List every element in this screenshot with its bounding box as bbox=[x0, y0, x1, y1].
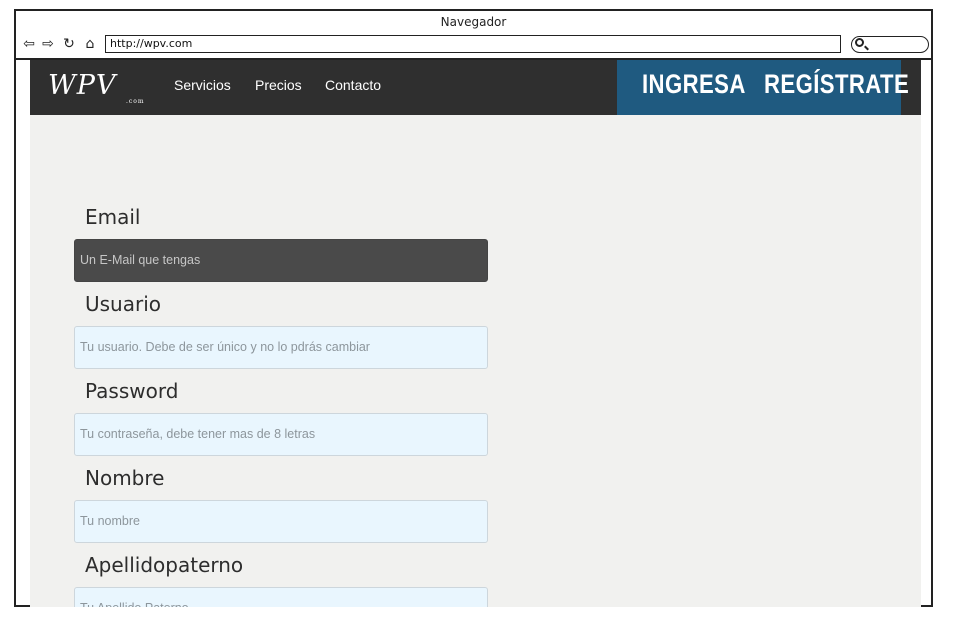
search-icon bbox=[855, 38, 864, 47]
back-icon[interactable]: ⇦ bbox=[21, 35, 37, 53]
username-label: Usuario bbox=[85, 292, 162, 316]
nav-link-contacto[interactable]: Contacto bbox=[325, 77, 381, 93]
reload-icon[interactable]: ↻ bbox=[61, 35, 77, 53]
surname-label: Apellidopaterno bbox=[85, 553, 244, 577]
email-label: Email bbox=[85, 205, 141, 229]
browser-toolbar: ⇦ ⇨ ↻ ⌂ http://wpv.com bbox=[16, 34, 931, 58]
browser-search-input[interactable] bbox=[851, 36, 929, 53]
login-button[interactable]: INGRESA bbox=[642, 69, 746, 100]
window-title: Navegador bbox=[440, 15, 507, 29]
email-field[interactable]: Un E-Mail que tengas bbox=[74, 239, 488, 282]
password-field[interactable]: Tu contraseña, debe tener mas de 8 letra… bbox=[74, 413, 488, 456]
auth-actions: INGRESA REGÍSTRATE bbox=[617, 60, 909, 115]
address-bar[interactable]: http://wpv.com bbox=[105, 35, 841, 53]
username-field[interactable]: Tu usuario. Debe de ser único y no lo pd… bbox=[74, 326, 488, 369]
surname-field[interactable]: Tu Apellido Paterno bbox=[74, 587, 488, 607]
forward-icon[interactable]: ⇨ bbox=[40, 35, 56, 53]
name-field[interactable]: Tu nombre bbox=[74, 500, 488, 543]
name-label: Nombre bbox=[85, 466, 165, 490]
logo-suffix: .com bbox=[126, 98, 145, 105]
home-icon[interactable]: ⌂ bbox=[82, 35, 98, 53]
register-button[interactable]: REGÍSTRATE bbox=[764, 69, 909, 100]
nav-link-precios[interactable]: Precios bbox=[255, 77, 302, 93]
logo-text: WPV bbox=[48, 70, 117, 101]
browser-window: Navegador ⇦ ⇨ ↻ ⌂ http://wpv.com WPV .co… bbox=[14, 9, 933, 607]
page-viewport: WPV .com Servicios Precios Contacto INGR… bbox=[30, 60, 921, 607]
site-logo[interactable]: WPV .com bbox=[48, 70, 144, 105]
site-header: WPV .com Servicios Precios Contacto INGR… bbox=[30, 60, 921, 115]
nav-link-servicios[interactable]: Servicios bbox=[174, 77, 231, 93]
password-label: Password bbox=[85, 379, 179, 403]
